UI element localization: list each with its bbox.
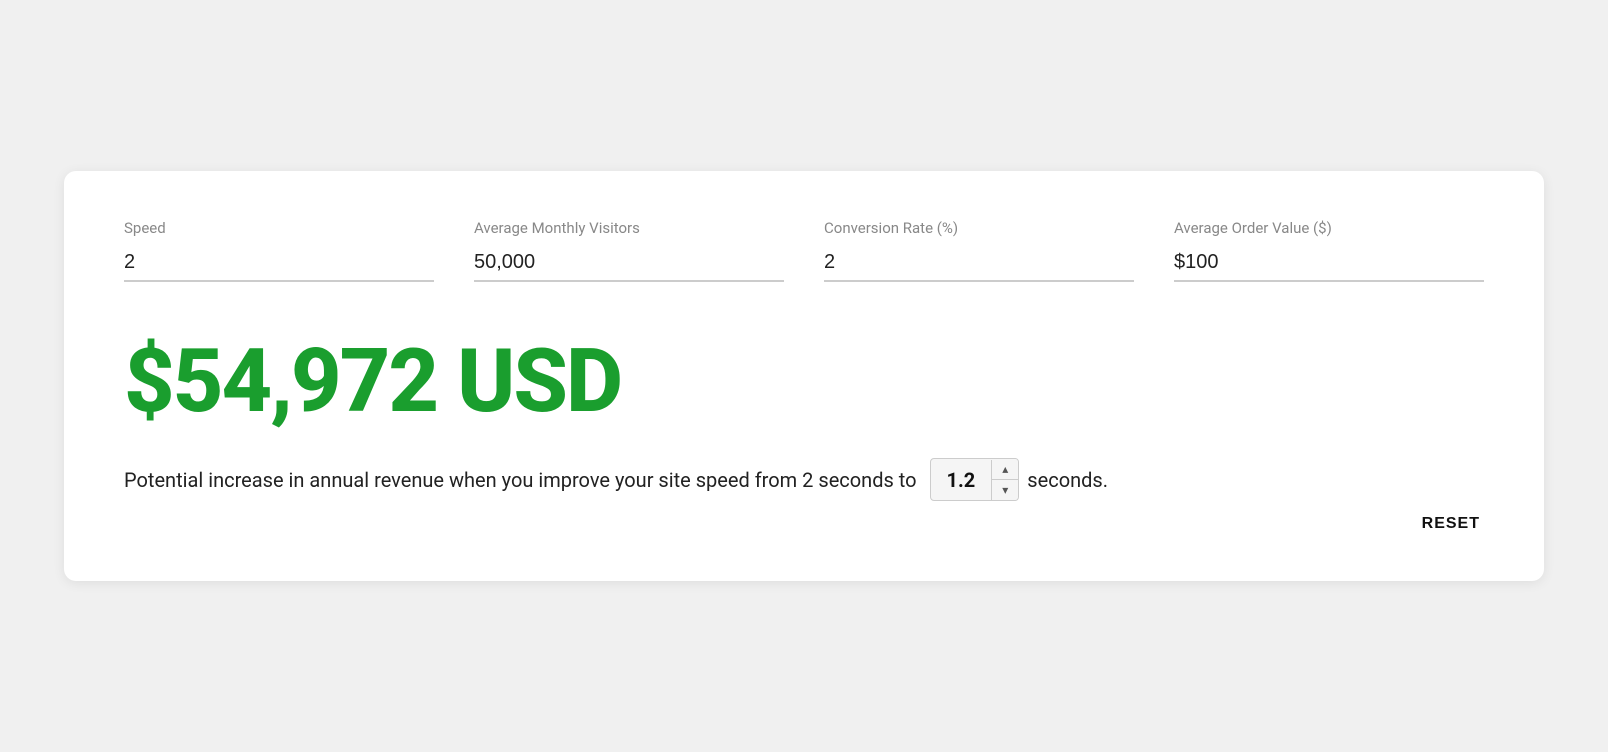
order-value-input-group: Average Order Value ($)	[1174, 219, 1484, 282]
description-suffix: seconds.	[1027, 465, 1108, 495]
stepper-up-button[interactable]: ▴	[992, 459, 1018, 480]
speed-stepper: 1.2 ▴ ▾	[930, 458, 1020, 501]
speed-input-group: Speed	[124, 219, 434, 282]
speed-label: Speed	[124, 219, 434, 237]
description-row: Potential increase in annual revenue whe…	[124, 458, 1484, 501]
stepper-buttons: ▴ ▾	[992, 459, 1018, 500]
monthly-visitors-input-group: Average Monthly Visitors	[474, 219, 784, 282]
monthly-visitors-input[interactable]	[474, 245, 784, 282]
speed-input[interactable]	[124, 245, 434, 282]
reset-button[interactable]: RESET	[1418, 507, 1484, 541]
conversion-rate-label: Conversion Rate (%)	[824, 219, 1134, 237]
result-amount: $54,972 USD	[124, 338, 1484, 426]
inputs-row: Speed Average Monthly Visitors Conversio…	[124, 219, 1484, 282]
conversion-rate-input-group: Conversion Rate (%)	[824, 219, 1134, 282]
stepper-value: 1.2	[931, 460, 993, 500]
order-value-input[interactable]	[1174, 245, 1484, 282]
monthly-visitors-label: Average Monthly Visitors	[474, 219, 784, 237]
calculator-card: Speed Average Monthly Visitors Conversio…	[64, 171, 1544, 581]
order-value-label: Average Order Value ($)	[1174, 219, 1484, 237]
stepper-down-button[interactable]: ▾	[992, 480, 1018, 500]
conversion-rate-input[interactable]	[824, 245, 1134, 282]
description-prefix: Potential increase in annual revenue whe…	[124, 465, 917, 495]
